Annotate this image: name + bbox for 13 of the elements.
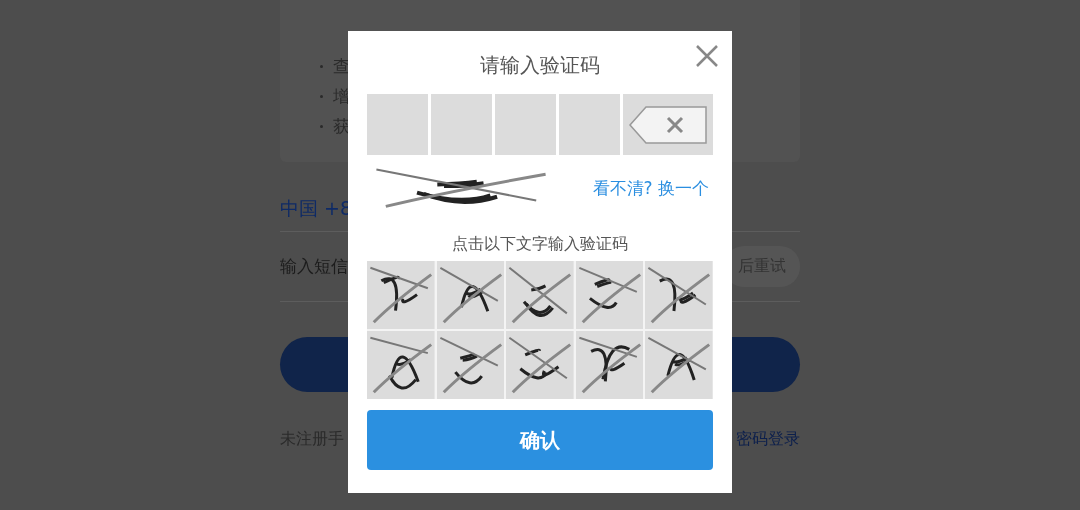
code-slot [559, 94, 620, 155]
code-slot [431, 94, 492, 155]
bullet-icon [320, 94, 323, 98]
instruction-text: 点击以下文字输入验证码 [451, 233, 629, 255]
confirm-button[interactable]: 确认 [367, 410, 713, 470]
bullet-icon [320, 124, 323, 128]
password-login-link[interactable]: 密码登录 [736, 429, 800, 450]
refresh-link[interactable]: 看不清? 换一个 [592, 176, 709, 200]
close-icon[interactable] [694, 43, 720, 69]
dialog-title: 请输入验证码 [479, 52, 601, 79]
bullet-icon [320, 64, 323, 68]
code-slot [367, 94, 428, 155]
code-slot [495, 94, 556, 155]
